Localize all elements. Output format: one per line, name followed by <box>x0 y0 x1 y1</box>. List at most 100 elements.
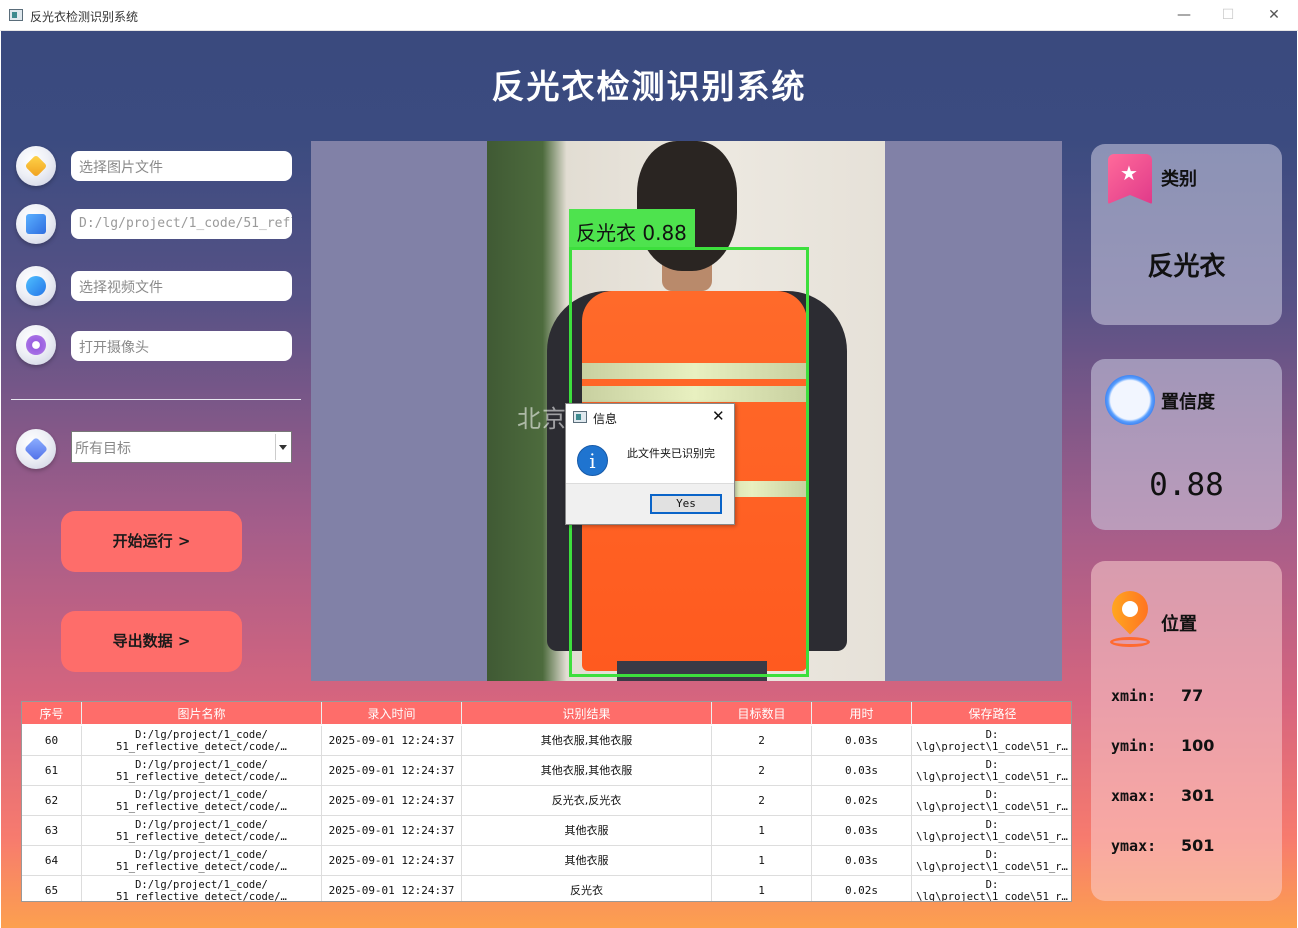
xmax-value: 301 <box>1181 786 1215 805</box>
chevron-down-icon[interactable] <box>275 434 289 460</box>
minimize-button[interactable]: — <box>1166 4 1202 26</box>
table-cell: D:/lg/project/1_code/51_reflective_detec… <box>82 786 322 816</box>
info-dialog: 信息 ✕ i 此文件夹已识别完 Yes <box>565 403 735 525</box>
folder-button[interactable] <box>16 204 56 244</box>
table-cell: 其他衣服,其他衣服 <box>462 726 712 756</box>
table-cell: 0.02s <box>812 876 912 901</box>
export-button[interactable]: 导出数据 > <box>61 611 242 672</box>
table-cell: 反光衣 <box>462 876 712 901</box>
table-cell-line: D: <box>985 789 999 801</box>
table-cell-line: D: <box>985 849 999 861</box>
table-row[interactable]: 64 D:/lg/project/1_code/51_reflective_det… <box>22 846 1071 876</box>
xmax-row: xmax: 301 <box>1111 786 1214 805</box>
column-header[interactable]: 用时 <box>812 702 912 726</box>
table-cell-line: D:/lg/project/1_code/ <box>135 849 268 861</box>
column-header[interactable]: 目标数目 <box>712 702 812 726</box>
table-cell-line: \lg\project\1_code\51_r… <box>916 801 1068 813</box>
maximize-button[interactable]: ☐ <box>1210 4 1246 26</box>
table-cell: 60 <box>22 726 82 756</box>
window-titlebar: 反光衣检测识别系统 — ☐ ✕ <box>0 0 1298 31</box>
table-cell: 2 <box>712 786 812 816</box>
xmin-row: xmin: 77 <box>1111 686 1203 705</box>
table-cell: 0.03s <box>812 846 912 876</box>
table-cell-line: D:/lg/project/1_code/ <box>135 789 268 801</box>
category-value: 反光衣 <box>1147 252 1226 282</box>
video-file-button[interactable] <box>16 266 56 306</box>
close-button[interactable]: ✕ <box>1256 4 1292 26</box>
tag-icon <box>23 436 49 462</box>
start-button[interactable]: 开始运行 > <box>61 511 242 572</box>
dialog-yes-button[interactable]: Yes <box>650 494 722 514</box>
camera-field[interactable]: 打开摄像头 <box>71 331 292 361</box>
table-cell: 64 <box>22 846 82 876</box>
target-select-value: 所有目标 <box>75 441 131 457</box>
table-cell-line: \lg\project\1_code\51_r… <box>916 831 1068 843</box>
ring-icon <box>1105 375 1155 425</box>
video-icon <box>26 276 46 296</box>
dialog-app-icon <box>573 411 587 423</box>
table-row[interactable]: 61 D:/lg/project/1_code/51_reflective_det… <box>22 756 1071 786</box>
table-cell: D: \lg\project\1_code\51_r… <box>912 876 1071 901</box>
folder-path-field[interactable]: D:/lg/project/1_code/51_reflective_detec… <box>71 209 292 239</box>
table-cell: 反光衣,反光衣 <box>462 786 712 816</box>
table-header: 序号 图片名称 录入时间 识别结果 目标数目 用时 保存路径 <box>22 702 1071 726</box>
divider <box>11 399 301 400</box>
table-cell-line: D: <box>985 729 999 741</box>
table-cell: D: \lg\project\1_code\51_r… <box>912 726 1071 756</box>
image-folder-icon <box>24 154 48 178</box>
target-filter-button[interactable] <box>16 429 56 469</box>
table-cell: 2025-09-01 12:24:37 <box>322 726 462 756</box>
column-header[interactable]: 识别结果 <box>462 702 712 726</box>
ymin-value: 100 <box>1181 736 1215 755</box>
table-cell: 2025-09-01 12:24:37 <box>322 786 462 816</box>
window-title: 反光衣检测识别系统 <box>30 10 139 24</box>
table-cell: 2025-09-01 12:24:37 <box>322 876 462 901</box>
table-cell-line: D:/lg/project/1_code/ <box>135 759 268 771</box>
table-cell: 0.03s <box>812 726 912 756</box>
table-cell-line: D:/lg/project/1_code/ <box>135 729 268 741</box>
camera-icon <box>26 335 46 355</box>
image-file-field[interactable]: 选择图片文件 <box>71 151 292 181</box>
target-select[interactable]: 所有目标 <box>71 431 292 463</box>
column-header[interactable]: 录入时间 <box>322 702 462 726</box>
table-row[interactable]: 65 D:/lg/project/1_code/51_reflective_det… <box>22 876 1071 901</box>
table-cell-line: 51_reflective_detect/code/… <box>116 771 287 783</box>
table-cell-line: D: <box>985 819 999 831</box>
position-card: 位置 xmin: 77 ymin: 100 xmax: 301 ymax: 50… <box>1091 561 1282 901</box>
xmin-value: 77 <box>1181 686 1204 705</box>
column-header[interactable]: 序号 <box>22 702 82 726</box>
video-file-field[interactable]: 选择视频文件 <box>71 271 292 301</box>
folder-file-icon <box>26 214 46 234</box>
camera-button[interactable] <box>16 325 56 365</box>
results-table[interactable]: 序号 图片名称 录入时间 识别结果 目标数目 用时 保存路径 60 D:/lg/p… <box>21 701 1072 902</box>
table-cell-line: \lg\project\1_code\51_r… <box>916 771 1068 783</box>
table-row[interactable]: 60 D:/lg/project/1_code/51_reflective_det… <box>22 726 1071 756</box>
table-cell: D:/lg/project/1_code/51_reflective_detec… <box>82 726 322 756</box>
table-cell: 0.02s <box>812 786 912 816</box>
table-cell-line: 51_reflective_detect/code/… <box>116 861 287 873</box>
table-cell-line: D: <box>985 879 999 891</box>
table-cell: 2025-09-01 12:24:37 <box>322 816 462 846</box>
table-cell-line: D:/lg/project/1_code/ <box>135 879 268 891</box>
table-cell-line: \lg\project\1_code\51_r… <box>916 741 1068 753</box>
detection-label: 反光衣 0.88 <box>569 209 695 247</box>
table-row[interactable]: 62 D:/lg/project/1_code/51_reflective_det… <box>22 786 1071 816</box>
location-pin-icon <box>1104 583 1156 649</box>
column-header[interactable]: 保存路径 <box>912 702 1071 726</box>
table-cell-line: 51_reflective_detect/code/… <box>116 801 287 813</box>
image-file-button[interactable] <box>16 146 56 186</box>
dialog-title: 信息 <box>593 412 618 426</box>
table-cell: D:/lg/project/1_code/51_reflective_detec… <box>82 756 322 786</box>
info-icon: i <box>577 445 608 476</box>
column-header[interactable]: 图片名称 <box>82 702 322 726</box>
table-cell: 1 <box>712 876 812 901</box>
dialog-close-icon[interactable]: ✕ <box>712 407 725 425</box>
position-title: 位置 <box>1161 614 1197 635</box>
table-cell-line: D: <box>985 759 999 771</box>
table-cell: 61 <box>22 756 82 786</box>
xmax-label: xmax: <box>1111 787 1157 805</box>
table-cell: 2025-09-01 12:24:37 <box>322 756 462 786</box>
table-cell: 其他衣服,其他衣服 <box>462 756 712 786</box>
table-row[interactable]: 63 D:/lg/project/1_code/51_reflective_det… <box>22 816 1071 846</box>
table-cell: D:/lg/project/1_code/51_reflective_detec… <box>82 846 322 876</box>
